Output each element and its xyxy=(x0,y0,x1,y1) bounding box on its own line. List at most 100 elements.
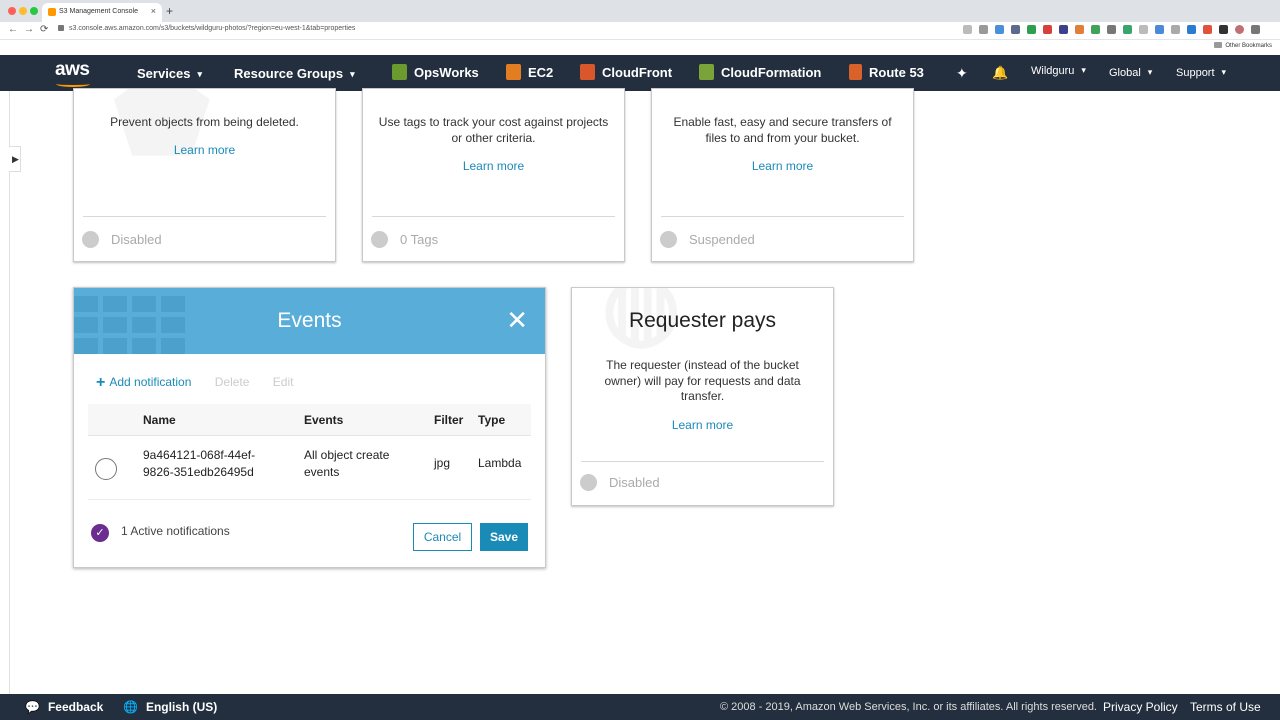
extension-icon[interactable] xyxy=(1107,25,1116,34)
extension-icon[interactable] xyxy=(1011,25,1020,34)
close-window-button[interactable] xyxy=(8,7,16,15)
notification-type: Lambda xyxy=(478,456,522,470)
transfer-acceleration-card[interactable]: Enable fast, easy and secure transfers o… xyxy=(651,88,914,262)
aws-logo-text: aws xyxy=(55,59,90,80)
ec2-label: EC2 xyxy=(528,65,554,80)
bell-icon[interactable]: 🔔 xyxy=(992,65,1008,81)
learn-more-link[interactable]: Learn more xyxy=(363,159,624,173)
extension-icon[interactable] xyxy=(1171,25,1180,34)
opsworks-shortcut[interactable]: OpsWorks xyxy=(392,64,479,80)
route53-shortcut[interactable]: Route 53 xyxy=(849,64,924,80)
table-row[interactable]: 9a464121-068f-44ef- 9826-351edb26495d Al… xyxy=(88,436,531,500)
terms-of-use-link[interactable]: Terms of Use xyxy=(1190,700,1261,714)
cloudfront-icon xyxy=(580,64,595,80)
cloudfront-shortcut[interactable]: CloudFront xyxy=(580,64,672,80)
support-menu[interactable]: Support ▾ xyxy=(1176,67,1226,79)
extension-icon[interactable] xyxy=(1203,25,1212,34)
column-header-events: Events xyxy=(304,413,344,427)
close-icon[interactable]: ✕ xyxy=(506,307,528,333)
services-menu[interactable]: Services ▾ xyxy=(137,66,202,81)
card-status: 0 Tags xyxy=(371,231,438,248)
star-icon[interactable] xyxy=(979,25,988,34)
other-bookmarks[interactable]: Other Bookmarks xyxy=(1214,42,1272,49)
aws-navbar: aws Services ▾ Resource Groups ▾ OpsWorks … xyxy=(0,55,1280,91)
card-status-text: Disabled xyxy=(111,232,162,247)
drawer-toggle-button[interactable]: ▶ xyxy=(9,146,21,172)
tags-card[interactable]: Use tags to track your cost against proj… xyxy=(362,88,625,262)
zoom-icon[interactable] xyxy=(963,25,972,34)
back-icon[interactable]: ← xyxy=(8,24,18,35)
table-header: Name Events Filter Type xyxy=(88,404,531,436)
extensions-bar xyxy=(963,25,1260,34)
profile-avatar[interactable] xyxy=(1235,25,1244,34)
opsworks-label: OpsWorks xyxy=(414,65,479,80)
lock-icon xyxy=(58,25,64,31)
feedback-button[interactable]: 💬 Feedback xyxy=(25,700,103,714)
column-header-type: Type xyxy=(478,413,506,427)
extension-icon[interactable] xyxy=(1123,25,1132,34)
browser-toolbar: ← → ⟳ s3.console.aws.amazon.com/s3/bucke… xyxy=(0,22,1280,40)
extension-icon[interactable] xyxy=(1219,25,1228,34)
browser-tab-title: S3 Management Console xyxy=(59,8,138,15)
learn-more-link[interactable]: Learn more xyxy=(572,418,833,432)
card-divider xyxy=(661,216,904,217)
extension-icon[interactable] xyxy=(1043,25,1052,34)
url-text: s3.console.aws.amazon.com/s3/buckets/wil… xyxy=(69,25,356,32)
status-dot-icon xyxy=(580,474,597,491)
cloudfront-label: CloudFront xyxy=(602,65,673,80)
requester-pays-card[interactable]: ◍ Requester pays The requester (instead … xyxy=(571,287,834,506)
status-dot-icon xyxy=(82,231,99,248)
aws-logo[interactable]: aws xyxy=(55,59,90,87)
reload-icon[interactable]: ⟳ xyxy=(40,24,48,35)
card-status: Disabled xyxy=(82,231,162,248)
region-menu[interactable]: Global ▾ xyxy=(1109,67,1152,79)
save-button[interactable]: Save xyxy=(480,523,528,551)
maximize-window-button[interactable] xyxy=(30,7,38,15)
learn-more-link[interactable]: Learn more xyxy=(652,159,913,173)
cancel-button[interactable]: Cancel xyxy=(413,523,472,551)
extension-icon[interactable] xyxy=(1091,25,1100,34)
privacy-policy-link[interactable]: Privacy Policy xyxy=(1103,700,1178,714)
extension-icon[interactable] xyxy=(1027,25,1036,34)
new-tab-button[interactable]: + xyxy=(166,4,173,18)
delete-button[interactable]: Delete xyxy=(215,375,250,389)
extension-icon[interactable] xyxy=(1155,25,1164,34)
notification-events-line1: All object create xyxy=(304,448,390,462)
row-select-radio[interactable] xyxy=(95,458,117,480)
extension-icon[interactable] xyxy=(1139,25,1148,34)
pin-icon[interactable]: ✦ xyxy=(956,65,968,82)
card-status-text: 0 Tags xyxy=(400,232,439,247)
cloudformation-shortcut[interactable]: CloudFormation xyxy=(699,64,821,80)
ec2-shortcut[interactable]: EC2 xyxy=(506,64,553,80)
extension-icon[interactable] xyxy=(1075,25,1084,34)
address-bar[interactable]: s3.console.aws.amazon.com/s3/buckets/wil… xyxy=(58,25,355,32)
support-label: Support xyxy=(1176,67,1215,79)
card-divider xyxy=(372,216,615,217)
chevron-down-icon: ▾ xyxy=(1221,67,1227,77)
notification-name: 9a464121-068f-44ef- 9826-351edb26495d xyxy=(143,447,255,481)
cloudformation-icon xyxy=(699,64,714,80)
menu-icon[interactable] xyxy=(1251,25,1260,34)
forward-icon[interactable]: → xyxy=(24,24,34,35)
extension-icon[interactable] xyxy=(1187,25,1196,34)
tab-close-icon[interactable]: × xyxy=(151,6,156,16)
language-selector[interactable]: 🌐 English (US) xyxy=(123,700,217,714)
opsworks-icon xyxy=(392,64,407,80)
account-label: Wildguru xyxy=(1031,65,1075,77)
extension-icon[interactable] xyxy=(995,25,1004,34)
object-lock-card[interactable]: ⬟ Prevent objects from being deleted. Le… xyxy=(73,88,336,262)
learn-more-link[interactable]: Learn more xyxy=(74,143,335,157)
console-footer: 💬 Feedback 🌐 English (US) © 2008 - 2019, A… xyxy=(0,694,1280,720)
chevron-down-icon: ▾ xyxy=(1147,67,1153,77)
extension-icon[interactable] xyxy=(1059,25,1068,34)
services-label: Services xyxy=(137,66,191,81)
card-description: Prevent objects from being deleted. xyxy=(110,115,299,129)
card-description: The requester (instead of the bucket own… xyxy=(604,358,801,403)
edit-button[interactable]: Edit xyxy=(273,375,294,389)
copyright-text: © 2008 - 2019, Amazon Web Services, Inc.… xyxy=(720,701,1097,713)
minimize-window-button[interactable] xyxy=(19,7,27,15)
add-notification-button[interactable]: + Add notification xyxy=(96,374,191,391)
resource-groups-menu[interactable]: Resource Groups ▾ xyxy=(234,66,355,81)
account-menu[interactable]: Wildguru ▾ xyxy=(1031,65,1086,77)
browser-tab[interactable]: S3 Management Console × xyxy=(42,3,162,22)
